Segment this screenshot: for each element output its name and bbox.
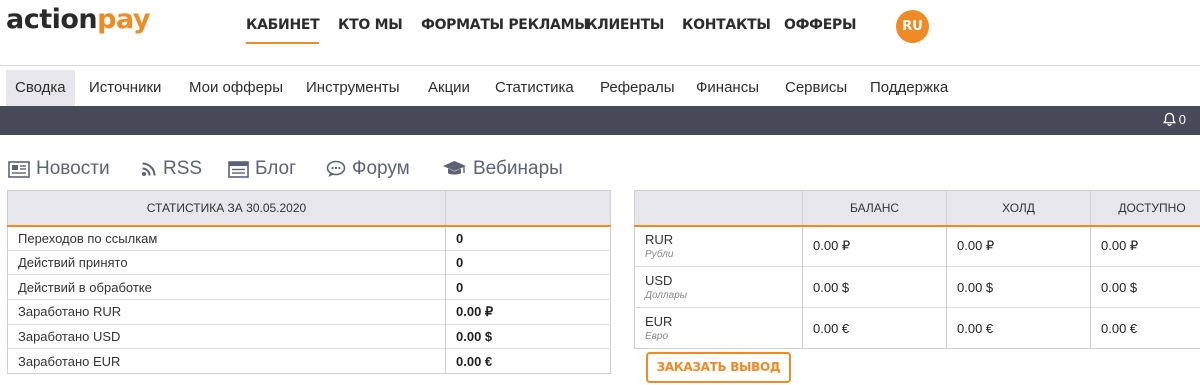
submenu-services[interactable]: Сервисы (776, 70, 856, 106)
language-switcher[interactable]: RU (896, 10, 929, 43)
balance-table: БАЛАНС ХОЛД ДОСТУПНО RUR Рубли 0.00 ₽ 0.… (634, 190, 1200, 349)
available-value: 0.00 ₽ (1090, 225, 1200, 267)
submenu-my-offers[interactable]: Мои офферы (180, 70, 292, 106)
currency-name: Доллары (645, 290, 688, 301)
chat-bubble-icon (326, 160, 346, 177)
currency-cell: USD Доллары (634, 266, 803, 308)
table-row: RUR Рубли 0.00 ₽ 0.00 ₽ 0.00 ₽ (634, 225, 1200, 267)
stats-label: Действий в обработке (7, 274, 446, 300)
stats-label: Заработано USD (7, 323, 446, 349)
table-row: Заработано USD 0.00 $ (7, 323, 611, 349)
logo-text-pay: pay (97, 4, 150, 35)
nav-offers[interactable]: ОФФЕРЫ (784, 17, 857, 33)
table-row: Переходов по ссылкам 0 (7, 225, 611, 251)
logo-text-action: action (6, 4, 98, 35)
stats-label: Заработано RUR (7, 299, 446, 325)
balance-header-currency (634, 190, 803, 227)
currency-code: USD (645, 273, 673, 288)
stats-value: 0.00 € (445, 348, 611, 374)
currency-name: Евро (645, 331, 669, 342)
quicklink-news[interactable]: Новости (8, 158, 110, 180)
quicklink-blog[interactable]: Блог (228, 158, 296, 180)
table-row: USD Доллары 0.00 $ 0.00 $ 0.00 $ (634, 266, 1200, 308)
stats-value: 0.00 $ (445, 323, 611, 349)
balance-value: 0.00 € (802, 307, 947, 349)
balance-header-hold: ХОЛД (946, 190, 1091, 227)
hold-value: 0.00 € (946, 307, 1091, 349)
stats-header-row: СТАТИСТИКА ЗА 30.05.2020 (7, 190, 611, 227)
stats-value: 0.00 ₽ (445, 299, 611, 325)
blog-icon (228, 160, 249, 178)
table-row: Заработано EUR 0.00 € (7, 348, 611, 374)
stats-label: Переходов по ссылкам (7, 225, 446, 251)
balance-value: 0.00 $ (802, 266, 947, 308)
quicklink-rss[interactable]: RSS (141, 158, 202, 180)
stats-value: 0 (445, 225, 611, 251)
hold-value: 0.00 $ (946, 266, 1091, 308)
currency-code: EUR (645, 314, 673, 329)
submenu-support[interactable]: Поддержка (861, 70, 957, 106)
stats-header-title: СТАТИСТИКА ЗА 30.05.2020 (7, 190, 446, 227)
stats-label: Действий принято (7, 249, 446, 275)
quicklink-webinars[interactable]: Вебинары (442, 158, 563, 180)
submenu-referrals[interactable]: Рефералы (591, 70, 684, 106)
table-row: Действий принято 0 (7, 249, 611, 275)
quicklink-label: Форум (352, 158, 410, 179)
bell-icon (1162, 112, 1176, 126)
currency-cell: EUR Евро (634, 307, 803, 349)
stats-table: СТАТИСТИКА ЗА 30.05.2020 Переходов по сс… (7, 190, 611, 375)
table-row: Заработано RUR 0.00 ₽ (7, 299, 611, 325)
withdraw-button[interactable]: ЗАКАЗАТЬ ВЫВОД (646, 352, 791, 383)
top-header: actionpay КАБИНЕТ КТО МЫ ФОРМАТЫ РЕКЛАМЫ… (0, 0, 1200, 66)
stats-label: Заработано EUR (7, 348, 446, 374)
available-value: 0.00 $ (1090, 266, 1200, 308)
submenu-promotions[interactable]: Акции (419, 70, 479, 106)
nav-about[interactable]: КТО МЫ (338, 17, 403, 33)
balance-header-balance: БАЛАНС (802, 190, 947, 227)
stats-value: 0 (445, 249, 611, 275)
notification-count: 0 (1178, 112, 1186, 127)
currency-cell: RUR Рубли (634, 225, 803, 267)
quicklink-label: Новости (36, 158, 110, 179)
rss-icon (142, 162, 156, 176)
hold-value: 0.00 ₽ (946, 225, 1091, 267)
notifications-button[interactable]: 0 (1162, 112, 1186, 127)
currency-name: Рубли (645, 249, 674, 261)
actionpay-logo[interactable]: actionpay (6, 4, 150, 35)
quicklink-label: RSS (163, 158, 203, 179)
stats-value: 0 (445, 274, 611, 300)
nav-ad-formats[interactable]: ФОРМАТЫ РЕКЛАМЫ (421, 17, 589, 33)
nav-contacts[interactable]: КОНТАКТЫ (682, 17, 771, 33)
submenu-finance[interactable]: Финансы (687, 70, 768, 106)
submenu-tools[interactable]: Инструменты (297, 70, 409, 106)
available-value: 0.00 € (1090, 307, 1200, 349)
nav-cabinet[interactable]: КАБИНЕТ (246, 17, 320, 44)
balance-header-row: БАЛАНС ХОЛД ДОСТУПНО (634, 190, 1200, 227)
currency-code: RUR (645, 232, 674, 248)
balance-header-available: ДОСТУПНО (1090, 190, 1200, 227)
quicklink-label: Вебинары (473, 158, 563, 179)
stats-header-value (445, 190, 611, 227)
graduation-cap-icon (443, 161, 466, 175)
table-row: Действий в обработке 0 (7, 274, 611, 300)
table-row: EUR Евро 0.00 € 0.00 € 0.00 € (634, 307, 1200, 349)
nav-clients[interactable]: КЛИЕНТЫ (586, 17, 664, 33)
notification-bar: 0 (0, 106, 1200, 135)
newspaper-icon (8, 160, 30, 178)
submenu-sources[interactable]: Источники (80, 70, 170, 106)
submenu-statistics[interactable]: Статистика (486, 70, 583, 106)
submenu-summary[interactable]: Сводка (6, 70, 75, 106)
balance-value: 0.00 ₽ (802, 225, 947, 267)
quicklink-label: Блог (255, 158, 297, 179)
quicklink-forum[interactable]: Форум (326, 158, 410, 180)
